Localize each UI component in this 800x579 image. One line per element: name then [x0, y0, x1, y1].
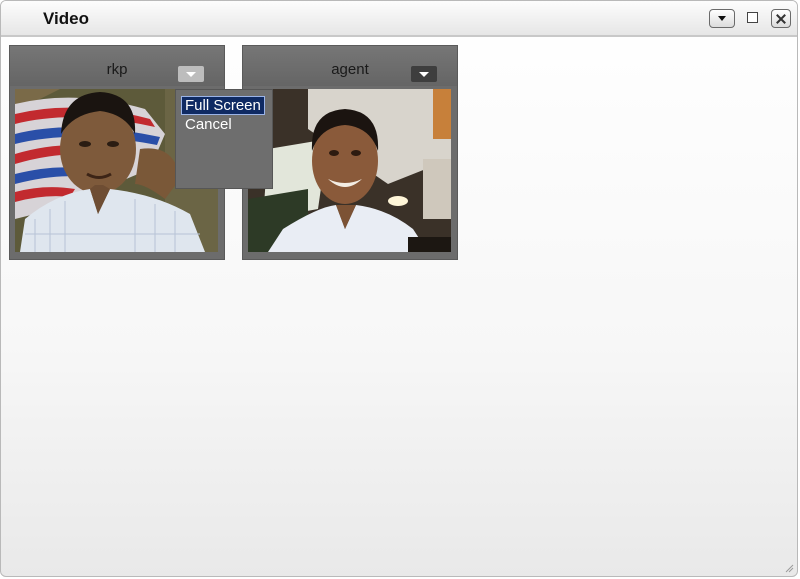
video-feed-image — [248, 89, 451, 252]
video-window: Video rkp agent Full Screen Cancel — [0, 0, 798, 577]
panel-menu-button[interactable] — [178, 66, 204, 82]
panel-context-menu: Full Screen Cancel — [175, 89, 273, 189]
resize-grip-icon[interactable] — [784, 563, 794, 573]
menu-item-cancel[interactable]: Cancel — [182, 116, 235, 133]
video-panel-header: rkp — [10, 46, 224, 86]
menu-item-full-screen[interactable]: Full Screen — [181, 96, 265, 115]
panel-menu-button[interactable] — [411, 66, 437, 82]
title-bar[interactable]: Video — [1, 1, 797, 37]
close-button[interactable] — [771, 9, 791, 28]
video-panel-header: agent — [243, 46, 457, 86]
maximize-button[interactable] — [743, 9, 763, 28]
window-menu-button[interactable] — [709, 9, 735, 28]
video-panel-agent: agent — [242, 45, 458, 260]
video-feed — [248, 89, 451, 252]
window-title: Video — [43, 9, 89, 28]
